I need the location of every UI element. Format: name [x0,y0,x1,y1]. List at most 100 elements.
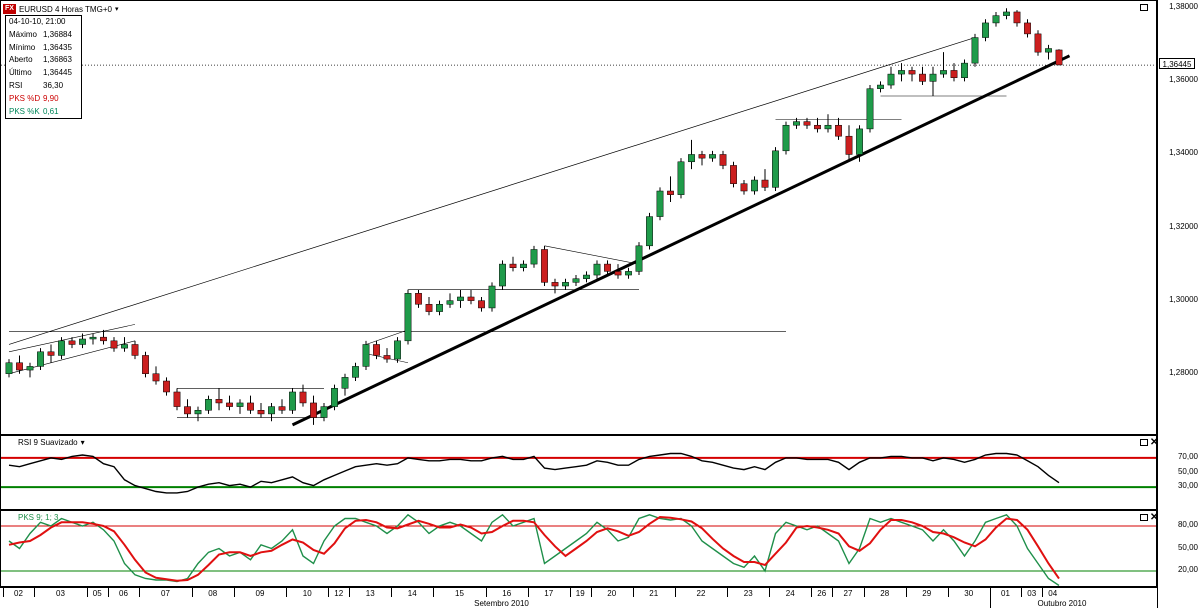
pks-maximize-button[interactable] [1140,514,1148,521]
rsi-axis[interactable]: 70,00 50,00 30,00 [1157,435,1200,510]
month-separator [989,597,991,608]
info-label: Mínimo [9,42,36,52]
symbol-title[interactable]: EURUSD 4 Horas TMG+0 [19,5,112,14]
rsi-dropdown-icon[interactable]: ▾ [81,438,85,447]
day-separator [590,588,592,597]
candle-body [152,373,160,382]
osc-tick-label: 50,00 [1177,542,1198,552]
day-separator [191,588,193,597]
info-label: PKS %K [9,106,40,116]
candle-body [79,338,86,345]
info-value: 9,90 [43,93,59,103]
candle-body [299,391,307,404]
day-label: 03 [56,589,65,598]
pks-title-label[interactable]: PKS 9; 1; 3 [18,513,58,522]
day-separator [989,588,991,597]
candle-body [320,406,328,418]
day-label: 27 [843,589,853,598]
day-label: 13 [365,589,375,598]
day-separator [1042,588,1044,597]
candle-body [236,402,244,407]
candle-body [26,366,34,371]
rsi-chart-svg [1,452,1156,494]
rsi-maximize-button[interactable] [1140,439,1148,446]
candle-body [761,179,769,188]
candle-body [47,351,55,356]
candle-body [583,274,590,279]
info-label: RSI [9,80,23,90]
day-label: 08 [208,589,218,598]
day-label: 22 [696,589,706,598]
price-tick-label: 1,32000 [1169,221,1198,231]
candle-body [887,73,895,86]
price-chart-pane[interactable]: FX EURUSD 4 Horas TMG+0 ▾ 04-10-10, 21:0… [0,0,1157,435]
osc-tick-label: 30,00 [1177,481,1198,491]
chart-title-bar[interactable]: FX EURUSD 4 Horas TMG+0 ▾ [3,3,118,15]
candle-body [58,340,65,356]
candle-body [16,362,23,371]
pks-chart-svg [1,513,1156,586]
day-separator [349,588,351,597]
candle-body [1003,11,1010,16]
day-label: 03 [1027,589,1037,598]
day-label: 30 [964,589,974,598]
candle-body [121,344,128,349]
candle-body [604,263,611,272]
candle-body [982,22,989,38]
candle-body [499,263,506,287]
day-separator [139,588,141,597]
candle-body [163,380,170,393]
candle-body [635,245,643,272]
info-row: Mínimo 1,36435 [9,42,78,55]
candle-body [184,406,191,415]
day-label: 28 [880,589,890,598]
candle-body [929,73,937,82]
candle-body [362,344,370,367]
candle-body [446,300,454,305]
candle-body [940,70,947,75]
candle-body [215,399,223,404]
day-separator [947,588,949,597]
pks-title[interactable]: PKS 9; 1; 3 [18,513,58,522]
rsi-title[interactable]: RSI 9 Suavizado ▾ [18,438,85,447]
candle-body [740,183,748,192]
candle-body [646,216,653,247]
candle-body [110,340,118,349]
candle-body [257,409,265,415]
rsi-title-label[interactable]: RSI 9 Suavizado [18,438,78,447]
candle-body [530,249,538,265]
support-trend-line [291,54,1071,427]
rsi-pane[interactable]: RSI 9 Suavizado ▾ ✕ [0,435,1158,510]
day-separator [811,588,813,597]
candle-body [268,406,275,415]
candle-body [1024,22,1031,35]
day-label: 04 [1048,589,1058,598]
candle-body [572,278,580,283]
candle-body [100,336,107,342]
candle-body [520,263,527,268]
date-axis[interactable]: 02 03 05 06 07 08 09 10 12 13 14 15 16 17 19 20 21 22 23 24… [0,587,1157,608]
day-separator [86,588,88,597]
candle-body [709,154,716,159]
candle-body [971,37,979,64]
candle-body [457,296,464,301]
candle-body [478,300,485,309]
day-label: 01 [1001,589,1010,598]
day-label: 07 [161,589,170,598]
last-price-tag: 1,36445 [1159,58,1195,69]
title-dropdown-icon[interactable]: ▾ [115,5,119,13]
candle-body [656,190,664,217]
pks-axis[interactable]: 80,00 50,00 20,00 [1157,510,1200,587]
candle-body [866,88,874,130]
candle-body [404,293,412,342]
day-label: 19 [575,589,585,598]
candle-body [205,399,212,411]
pks-pane[interactable]: PKS 9; 1; 3 ✕ [0,510,1158,587]
candle-body [814,124,821,130]
candle-body [562,282,569,287]
candle-body [793,121,800,126]
maximize-button[interactable] [1140,4,1148,11]
data-window: 04-10-10, 21:00 Máximo 1,36884 Mínimo 1,364… [5,15,82,120]
day-separator [485,588,487,597]
day-label: 14 [407,589,417,598]
